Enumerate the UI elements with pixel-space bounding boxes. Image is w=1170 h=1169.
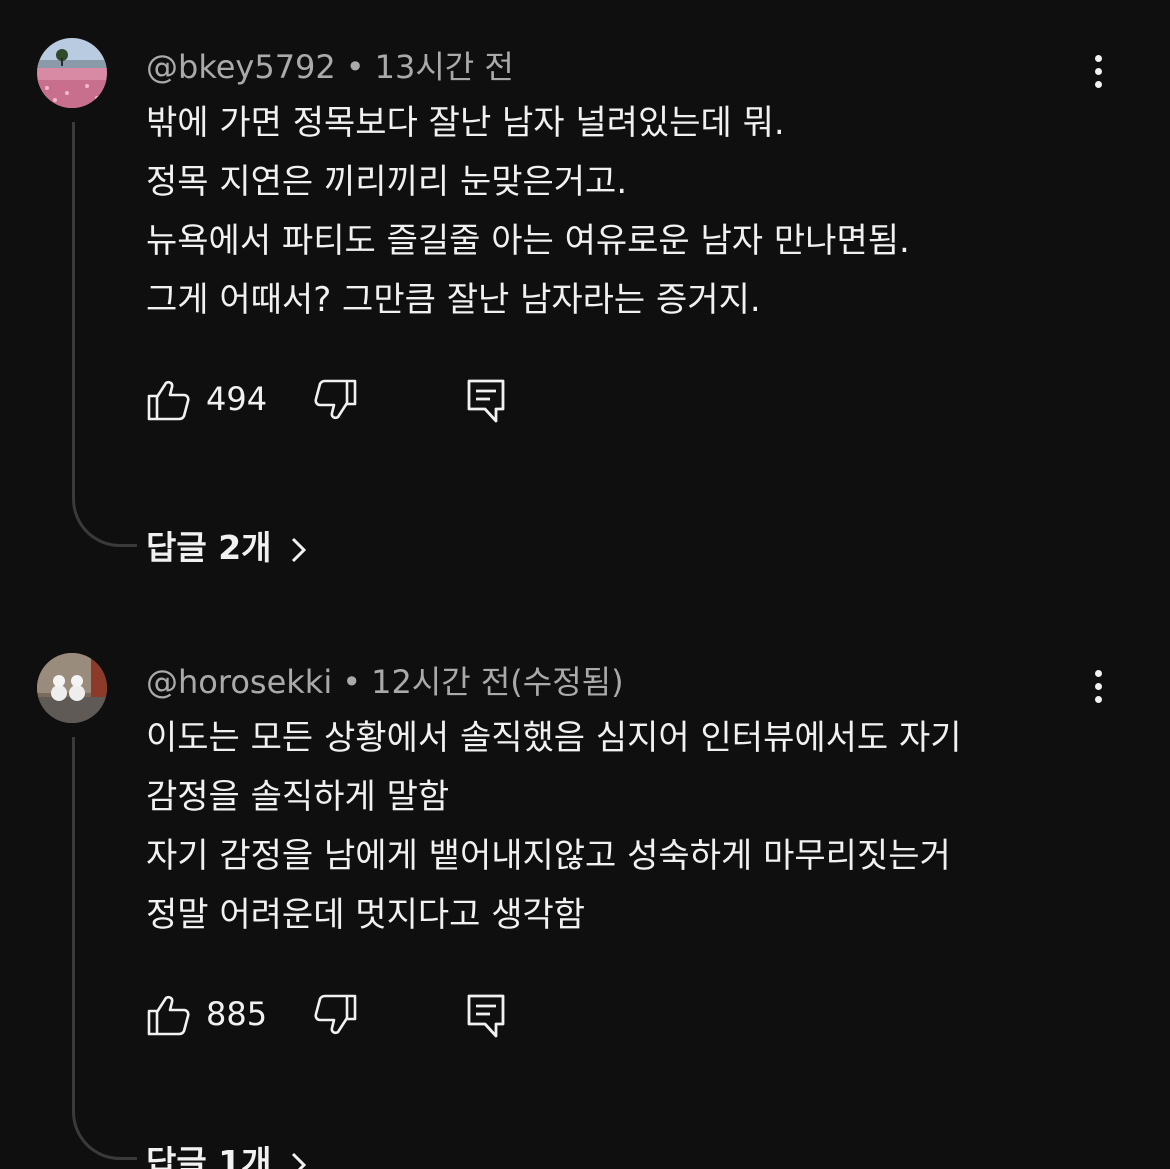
comment-time: 12시간 전(수정됨)	[371, 663, 624, 701]
more-options-button[interactable]	[1086, 670, 1110, 710]
comment-meta: @horosekki • 12시간 전(수정됨)	[146, 657, 624, 703]
avatar[interactable]	[37, 38, 107, 108]
comment-icon	[467, 379, 505, 423]
comment-line: 그게 어때서? 그만큼 잘난 남자라는 증거지.	[146, 280, 761, 320]
view-replies-button[interactable]: 답글 1개	[146, 1136, 308, 1169]
comment-meta: @bkey5792 • 13시간 전	[146, 42, 514, 88]
reply-button[interactable]	[466, 378, 506, 428]
chevron-right-icon	[291, 537, 306, 562]
snowmen-avatar	[37, 653, 107, 723]
thumbs-down-icon	[314, 379, 357, 420]
comment-line: 정목 지연은 끼리끼리 눈맞은거고.	[146, 162, 628, 202]
more-vertical-icon	[1094, 55, 1102, 62]
comment-actions: 494	[146, 378, 546, 423]
comment-author[interactable]: @bkey5792	[146, 48, 336, 86]
more-vertical-icon	[1094, 670, 1102, 677]
comment-time: 13시간 전	[374, 48, 514, 86]
comment-author[interactable]: @horosekki	[146, 663, 332, 701]
more-options-button[interactable]	[1086, 55, 1110, 95]
thumbs-up-icon	[147, 380, 190, 421]
replies-label: 답글 1개	[146, 1143, 272, 1169]
like-count: 885	[206, 995, 268, 1033]
comment-line: 정말 어려운데 멋지다고 생각함	[146, 895, 586, 935]
like-button[interactable]: 885	[146, 993, 267, 1041]
comment-line: 뉴욕에서 파티도 즐길줄 아는 여유로운 남자 만나면됨.	[146, 221, 910, 261]
meta-separator: •	[342, 663, 362, 701]
thumbs-down-icon	[314, 994, 357, 1035]
chevron-right-icon	[291, 1152, 306, 1169]
comment-icon	[467, 994, 505, 1038]
comment-line: 이도는 모든 상황에서 솔직했음 심지어 인터뷰에서도 자기	[146, 718, 962, 758]
comment-line: 자기 감정을 남에게 뱉어내지않고 성숙하게 마무리짓는거	[146, 836, 951, 876]
reply-thread-line	[72, 122, 137, 547]
view-replies-button[interactable]: 답글 2개	[146, 521, 308, 569]
reply-button[interactable]	[466, 993, 506, 1043]
reply-thread-line	[72, 737, 137, 1160]
comment-actions: 885	[146, 993, 546, 1038]
comment-line: 밖에 가면 정목보다 잘난 남자 널려있는데 뭐.	[146, 103, 785, 143]
meta-separator: •	[345, 48, 365, 86]
comment-text: 밖에 가면 정목보다 잘난 남자 널려있는데 뭐. 정목 지연은 끼리끼리 눈맞…	[146, 94, 1126, 330]
comment-text: 이도는 모든 상황에서 솔직했음 심지어 인터뷰에서도 자기 감정을 솔직하게 …	[146, 709, 1126, 945]
dislike-button[interactable]	[314, 378, 358, 426]
like-button[interactable]: 494	[146, 378, 267, 426]
replies-label: 답글 2개	[146, 528, 272, 567]
flower-field-avatar	[37, 38, 107, 108]
comment-line: 감정을 솔직하게 말함	[146, 777, 450, 817]
thumbs-up-icon	[147, 995, 190, 1036]
like-count: 494	[206, 380, 268, 418]
dislike-button[interactable]	[314, 993, 358, 1041]
comments-screen: @bkey5792 • 13시간 전 밖에 가면 정목보다 잘난 남자 널려있는데 …	[0, 0, 1170, 1169]
avatar[interactable]	[37, 653, 107, 723]
